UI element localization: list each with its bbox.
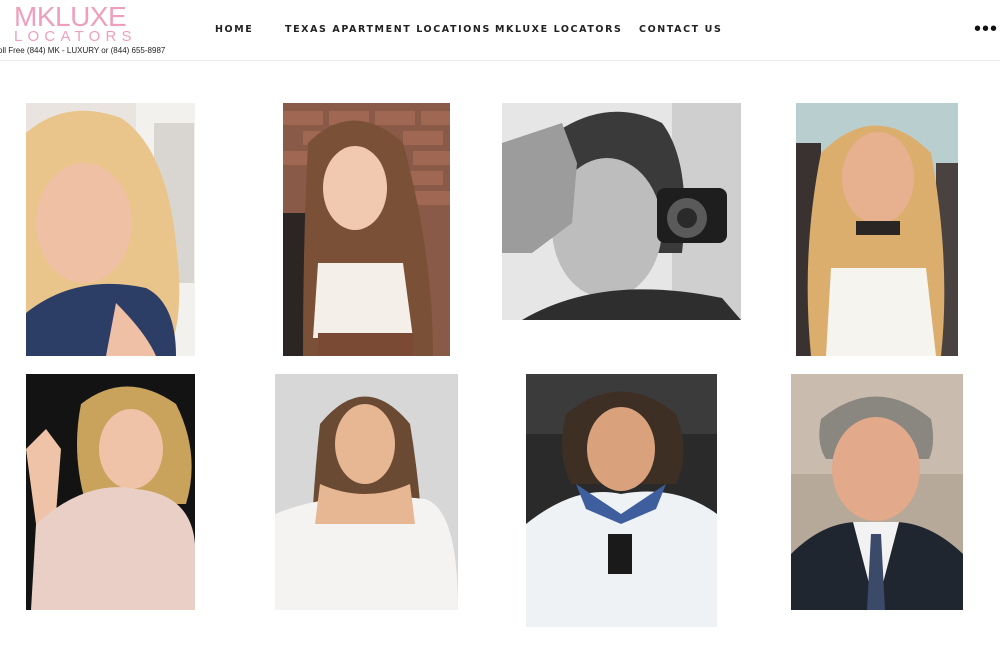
team-photo-2[interactable] [283, 103, 450, 356]
nav-contact-us[interactable]: CONTACT US [639, 24, 722, 35]
team-photo-8[interactable] [791, 374, 963, 610]
team-photo-7[interactable] [526, 374, 717, 627]
logo-subtitle: LOCATORS [14, 28, 137, 45]
toll-free-phone: oll Free (844) MK - LUXURY or (844) 655-… [0, 46, 166, 55]
team-photo-6[interactable] [275, 374, 458, 610]
team-photo-4[interactable] [796, 103, 958, 356]
team-photo-1[interactable] [26, 103, 195, 356]
team-photo-5[interactable] [26, 374, 195, 610]
site-header: MKLUXE LOCATORS oll Free (844) MK - LUXU… [0, 0, 1000, 61]
site-logo[interactable]: MKLUXE LOCATORS oll Free (844) MK - LUXU… [0, 2, 170, 58]
team-photo-3[interactable] [502, 103, 741, 320]
nav-home[interactable]: HOME [215, 24, 253, 35]
nav-texas-apartment-locations[interactable]: TEXAS APARTMENT LOCATIONS [285, 24, 491, 35]
nav-mkluxe-locators[interactable]: MKLUXE LOCATORS [495, 24, 622, 35]
more-dots-icon[interactable]: ••• [974, 19, 997, 39]
